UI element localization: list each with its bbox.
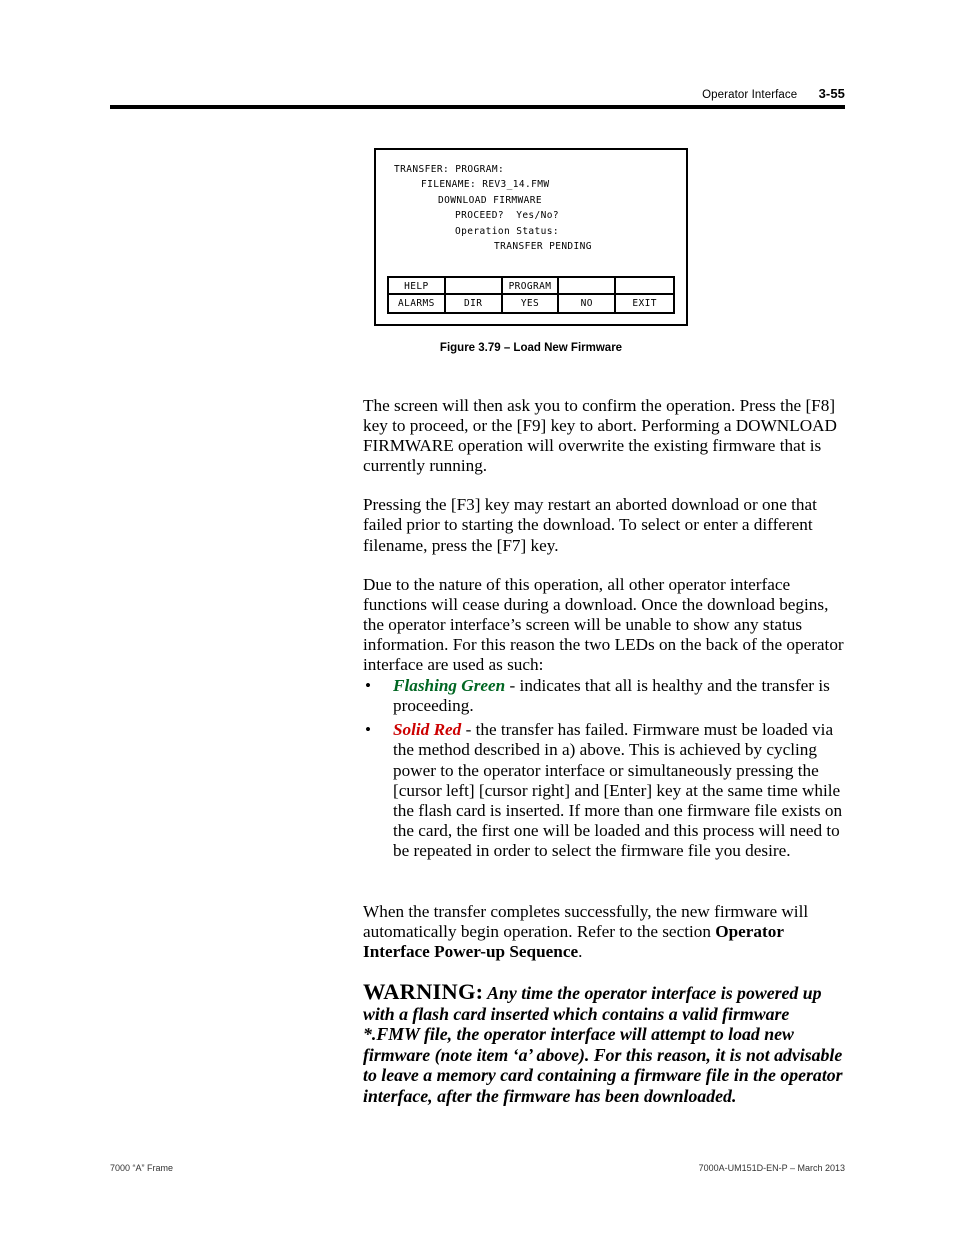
softkey-row-bottom: ALARMS DIR YES NO EXIT — [389, 295, 673, 312]
terminal-line-download-firmware: DOWNLOAD FIRMWARE — [438, 194, 543, 206]
softkey-no[interactable]: NO — [559, 295, 617, 312]
terminal-line-operation-status-value: TRANSFER PENDING — [494, 241, 592, 253]
warning-label: WARNING: — [363, 979, 484, 1004]
footer-product-name: 7000 “A” Frame — [110, 1163, 174, 1173]
header-section-title: Operator Interface — [702, 89, 798, 101]
terminal-line-filename: FILENAME: REV3_14.FMW — [421, 179, 550, 191]
list-item-solid-red: • Solid Red - the transfer has failed. F… — [363, 720, 845, 861]
softkey-yes[interactable]: YES — [503, 295, 560, 312]
header-rule — [110, 105, 845, 109]
softkey-top-blank-1[interactable] — [445, 278, 503, 295]
led-label-flashing-green: Flashing Green — [393, 676, 506, 696]
softkey-program[interactable]: PROGRAM — [502, 278, 560, 295]
softkey-help[interactable]: HELP — [389, 278, 446, 295]
body-content: The screen will then ask you to confirm … — [363, 396, 845, 865]
page-number: 3-55 — [818, 86, 845, 101]
operator-interface-screen: TRANSFER: PROGRAM: FILENAME: REV3_14.FMW… — [374, 148, 688, 326]
led-description-solid-red: - the transfer has failed. Firmware must… — [393, 720, 843, 860]
bullet-icon: • — [365, 676, 372, 696]
softkey-exit[interactable]: EXIT — [616, 295, 673, 312]
terminal-line-proceed-prompt: PROCEED? Yes/No? — [455, 210, 560, 222]
figure-caption: Figure 3.79 – Load New Firmware — [439, 342, 623, 354]
softkey-top-blank-3[interactable] — [616, 278, 673, 295]
figure-load-new-firmware: TRANSFER: PROGRAM: FILENAME: REV3_14.FMW… — [374, 148, 688, 326]
bullet-icon: • — [365, 720, 372, 740]
softkey-grid: HELP PROGRAM ALARMS DIR YES NO EXIT — [387, 276, 675, 314]
footer-document-id: 7000A-UM151D-EN-P – March 2013 — [698, 1163, 845, 1173]
paragraph-restart-download: Pressing the [F3] key may restart an abo… — [363, 495, 817, 555]
warning-notice: WARNING: Any time the operator interface… — [363, 979, 849, 1107]
softkey-row-top: HELP PROGRAM — [389, 278, 673, 295]
paragraph-transfer-complete: When the transfer completes successfully… — [363, 902, 845, 962]
softkey-alarms[interactable]: ALARMS — [389, 295, 446, 312]
softkey-dir[interactable]: DIR — [446, 295, 503, 312]
closing-text-suffix: . — [578, 942, 583, 962]
terminal-line-transfer-program: TRANSFER: PROGRAM: — [394, 164, 505, 175]
led-label-solid-red: Solid Red — [393, 720, 462, 740]
paragraph-led-intro: Due to the nature of this operation, all… — [363, 574, 844, 675]
terminal-line-operation-status-label: Operation Status: — [455, 225, 560, 237]
led-status-list: • Flashing Green - indicates that all is… — [363, 676, 845, 861]
page-header: Operator Interface 3-55 — [110, 86, 845, 101]
page-footer: 7000 “A” Frame 7000A-UM151D-EN-P – March… — [110, 1163, 845, 1173]
paragraph-confirm-operation: The screen will then ask you to confirm … — [363, 396, 837, 476]
list-item-flashing-green: • Flashing Green - indicates that all is… — [363, 676, 845, 716]
softkey-top-blank-2[interactable] — [559, 278, 617, 295]
